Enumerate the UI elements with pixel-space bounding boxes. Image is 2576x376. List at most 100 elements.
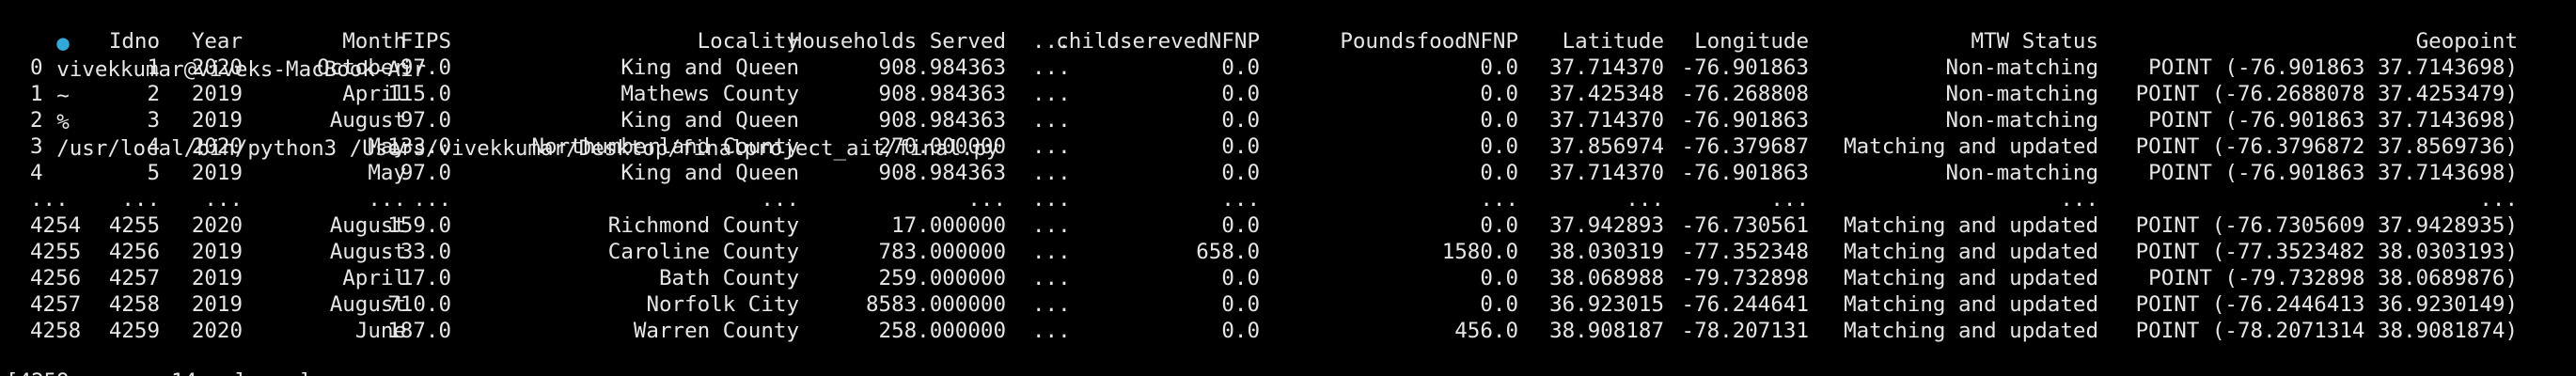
table-cell: ... bbox=[2060, 187, 2098, 212]
table-cell: 2020 bbox=[191, 134, 243, 159]
table-cell: POINT (-76.2688078 37.4253479) bbox=[2135, 82, 2518, 106]
table-cell: 17.000000 bbox=[891, 213, 1006, 238]
table-cell: -79.732898 bbox=[1681, 266, 1809, 290]
table-cell: 2019 bbox=[191, 292, 243, 317]
table-cell: ... bbox=[1032, 108, 1071, 133]
table-cell: ... bbox=[1032, 319, 1071, 343]
table-cell: ... bbox=[1032, 213, 1071, 238]
table-cell: -76.901863 bbox=[1681, 55, 1809, 80]
table-cell: ... bbox=[1032, 292, 1071, 317]
table-cell: 270.000000 bbox=[878, 134, 1006, 159]
table-cell: 36.923015 bbox=[1549, 292, 1664, 317]
table-cell: King and Queen bbox=[620, 108, 799, 133]
table-header-row: Idno Year Month FIPS Locality Households Serv… bbox=[0, 28, 2576, 55]
table-cell: 1580.0 bbox=[1441, 240, 1518, 264]
table-cell: 97.0 bbox=[400, 55, 451, 80]
table-cell: -76.730561 bbox=[1681, 213, 1809, 238]
terminal-window[interactable]: ● vivekkumar@viveks-MacBook-Air ~ % /usr… bbox=[0, 0, 2576, 376]
table-cell: August bbox=[329, 108, 406, 133]
table-cell: ... bbox=[204, 187, 243, 212]
table-cell: 133.0 bbox=[387, 134, 451, 159]
column-header: Households Served bbox=[789, 29, 1006, 54]
table-cell: 37.942893 bbox=[1549, 213, 1664, 238]
row-index: 4 bbox=[30, 161, 43, 185]
row-index: 4258 bbox=[30, 319, 82, 343]
table-cell: 0.0 bbox=[1480, 266, 1518, 290]
table-cell: Non-matching bbox=[1945, 55, 2098, 80]
table-cell: 0.0 bbox=[1480, 134, 1518, 159]
table-cell: 38.030319 bbox=[1549, 240, 1664, 264]
table-cell: -76.901863 bbox=[1681, 161, 1809, 185]
table-cell: 2019 bbox=[191, 161, 243, 185]
table-row: 3 4 2020 May 133.0 Northumberland County 270.0… bbox=[0, 133, 2576, 160]
table-cell: -77.352348 bbox=[1681, 240, 1809, 264]
table-row: 4254 4255 2020 August 159.0 Richmond County 17… bbox=[0, 212, 2576, 239]
table-cell: 908.984363 bbox=[878, 55, 1006, 80]
table-row: 4256 4257 2019 April 17.0 Bath County 259.0000… bbox=[0, 265, 2576, 291]
table-cell: 258.000000 bbox=[878, 319, 1006, 343]
table-row: ........................................… bbox=[0, 186, 2576, 212]
table-cell: -76.244641 bbox=[1681, 292, 1809, 317]
table-cell: 38.068988 bbox=[1549, 266, 1664, 290]
table-cell: 0.0 bbox=[1221, 82, 1260, 106]
table-cell: 0.0 bbox=[1480, 55, 1518, 80]
table-row: 4 5 2019 May 97.0 King and Queen 908.984363...… bbox=[0, 160, 2576, 186]
table-cell: ... bbox=[1480, 187, 1518, 212]
table-cell: -76.901863 bbox=[1681, 108, 1809, 133]
column-header: Idno bbox=[108, 29, 160, 54]
table-row: 4255 4256 2019 August 33.0 Caroline County 783… bbox=[0, 239, 2576, 265]
table-cell: 37.714370 bbox=[1549, 55, 1664, 80]
table-cell: 0.0 bbox=[1221, 55, 1260, 80]
table-cell: 37.714370 bbox=[1549, 161, 1664, 185]
row-index: 2 bbox=[30, 108, 43, 133]
column-header: Geopoint bbox=[2415, 29, 2518, 54]
table-cell: ... bbox=[413, 187, 451, 212]
table-cell: Non-matching bbox=[1945, 161, 2098, 185]
table-cell: 0.0 bbox=[1221, 213, 1260, 238]
table-cell: 783.000000 bbox=[878, 240, 1006, 264]
table-cell: 2020 bbox=[191, 319, 243, 343]
table-cell: 908.984363 bbox=[878, 108, 1006, 133]
table-cell: 3 bbox=[147, 108, 160, 133]
table-cell: ... bbox=[1032, 266, 1071, 290]
table-cell: King and Queen bbox=[620, 55, 799, 80]
table-cell: 4257 bbox=[108, 266, 160, 290]
table-cell: 33.0 bbox=[400, 240, 451, 264]
table-cell: 1 bbox=[147, 55, 160, 80]
row-index: 4255 bbox=[30, 240, 82, 264]
column-header: childserevedNFNP bbox=[1056, 29, 1260, 54]
table-cell: 8583.000000 bbox=[865, 292, 1006, 317]
table-row: 0 1 2020 October 97.0 King and Queen 908.98436… bbox=[0, 55, 2576, 81]
table-cell: 38.908187 bbox=[1549, 319, 1664, 343]
table-cell: 0.0 bbox=[1221, 319, 1260, 343]
table-cell: ... bbox=[368, 187, 406, 212]
table-cell: Non-matching bbox=[1945, 82, 2098, 106]
table-cell: ... bbox=[1032, 134, 1071, 159]
table-cell: Warren County bbox=[633, 319, 799, 343]
table-cell: POINT (-77.3523482 38.0303193) bbox=[2135, 240, 2518, 264]
table-cell: ... bbox=[2479, 187, 2518, 212]
table-cell: ... bbox=[121, 187, 160, 212]
column-header: PoundsfoodNFNP bbox=[1340, 29, 1518, 54]
table-cell: 37.425348 bbox=[1549, 82, 1664, 106]
table-cell: 2019 bbox=[191, 266, 243, 290]
column-header: Locality bbox=[697, 29, 799, 54]
table-cell: POINT (-76.901863 37.7143698) bbox=[2148, 161, 2518, 185]
table-cell: -76.379687 bbox=[1681, 134, 1809, 159]
table-cell: Richmond County bbox=[607, 213, 799, 238]
table-cell: 115.0 bbox=[387, 82, 451, 106]
table-cell: ... bbox=[1032, 82, 1071, 106]
table-cell: 658.0 bbox=[1196, 240, 1260, 264]
table-cell: 0.0 bbox=[1480, 82, 1518, 106]
table-cell: 2019 bbox=[191, 240, 243, 264]
table-cell: Matching and updated bbox=[1844, 240, 2098, 264]
table-cell: 2020 bbox=[191, 55, 243, 80]
table-cell: 37.856974 bbox=[1549, 134, 1664, 159]
table-cell: 908.984363 bbox=[878, 161, 1006, 185]
table-cell: 2020 bbox=[191, 213, 243, 238]
table-cell: 187.0 bbox=[387, 319, 451, 343]
table-cell: 2019 bbox=[191, 108, 243, 133]
column-header: Longitude bbox=[1694, 29, 1809, 54]
footer-summary: [4259 rows x 14 columns] bbox=[6, 368, 311, 376]
table-cell: 17.0 bbox=[400, 266, 451, 290]
